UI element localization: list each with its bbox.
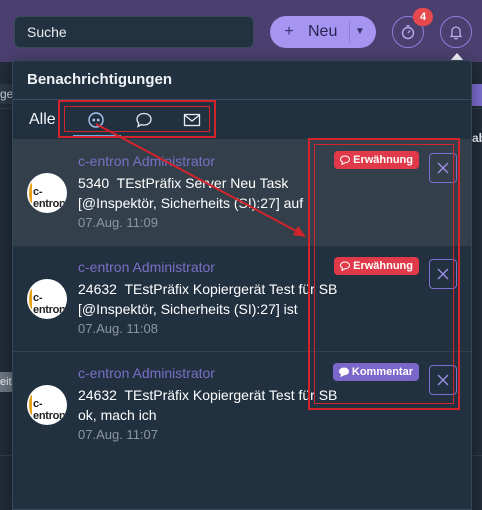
avatar: c-entron (27, 173, 67, 213)
notification-item[interactable]: c-entron c-entron Administrator 5340 TEs… (13, 139, 471, 245)
tab-all[interactable]: Alle (29, 111, 56, 129)
timer-count-badge: 4 (413, 8, 433, 26)
notification-author[interactable]: c-entron Administrator (78, 365, 215, 381)
background-chip-left: eit (0, 372, 12, 392)
notification-title[interactable]: 24632 TEstPräfix Kopiergerät Test für SB (78, 387, 337, 403)
notification-time: 07.Aug. 11:08 (78, 321, 158, 336)
split-divider (349, 22, 350, 42)
notification-author[interactable]: c-entron Administrator (78, 259, 215, 275)
notification-title[interactable]: 24632 TEstPräfix Kopiergerät Test für SB (78, 281, 337, 297)
active-tab-indicator (73, 135, 121, 137)
notification-title[interactable]: 5340 TEstPräfix Server Neu Task (78, 175, 288, 191)
tab-comments[interactable] (131, 109, 157, 131)
plus-icon: + (284, 23, 294, 40)
notification-author[interactable]: c-entron Administrator (78, 153, 215, 169)
dismiss-button[interactable] (429, 259, 457, 289)
notification-text: [@Inspektör, Sicherheits (SI):27] auf (78, 195, 304, 211)
chevron-down-icon[interactable]: ▼ (352, 16, 368, 48)
avatar: c-entron (27, 279, 67, 319)
mention-quote-icon (88, 112, 104, 128)
notifications-button[interactable] (440, 16, 472, 48)
dismiss-button[interactable] (429, 365, 457, 395)
comment-bubble-icon (338, 367, 349, 377)
tab-mentions[interactable] (83, 109, 109, 131)
panel-divider (13, 99, 471, 100)
new-button[interactable]: + Neu ▼ (270, 16, 376, 48)
avatar: c-entron (27, 385, 67, 425)
comment-bubble-icon (340, 261, 351, 271)
new-button-label: Neu (308, 23, 338, 40)
stopwatch-icon (401, 25, 415, 40)
envelope-icon (183, 113, 201, 127)
tab-mail[interactable] (179, 109, 205, 131)
notification-text: ok, mach ich (78, 407, 157, 423)
close-icon (437, 268, 449, 280)
mention-tag: Erwähnung (334, 151, 419, 169)
notification-item[interactable]: c-entron c-entron Administrator 24632 TE… (13, 351, 471, 457)
close-icon (437, 374, 449, 386)
comment-bubble-icon (340, 155, 351, 165)
comment-tag: Kommentar (332, 363, 419, 381)
notification-text: [@Inspektör, Sicherheits (SI):27] ist (78, 301, 298, 317)
notification-time: 07.Aug. 11:09 (78, 215, 158, 230)
notification-time: 07.Aug. 11:07 (78, 427, 158, 442)
dismiss-button[interactable] (429, 153, 457, 183)
panel-title: Benachrichtigungen (27, 71, 173, 88)
background-label-right: ab (472, 131, 482, 145)
bell-icon (449, 26, 463, 40)
search-input[interactable]: Suche (14, 16, 254, 48)
mention-tag: Erwähnung (334, 257, 419, 275)
notifications-panel: Benachrichtigungen Alle c-entron c-entro… (12, 60, 472, 510)
notification-item[interactable]: c-entron c-entron Administrator 24632 TE… (13, 245, 471, 351)
comment-bubble-icon (136, 112, 152, 128)
close-icon (437, 162, 449, 174)
